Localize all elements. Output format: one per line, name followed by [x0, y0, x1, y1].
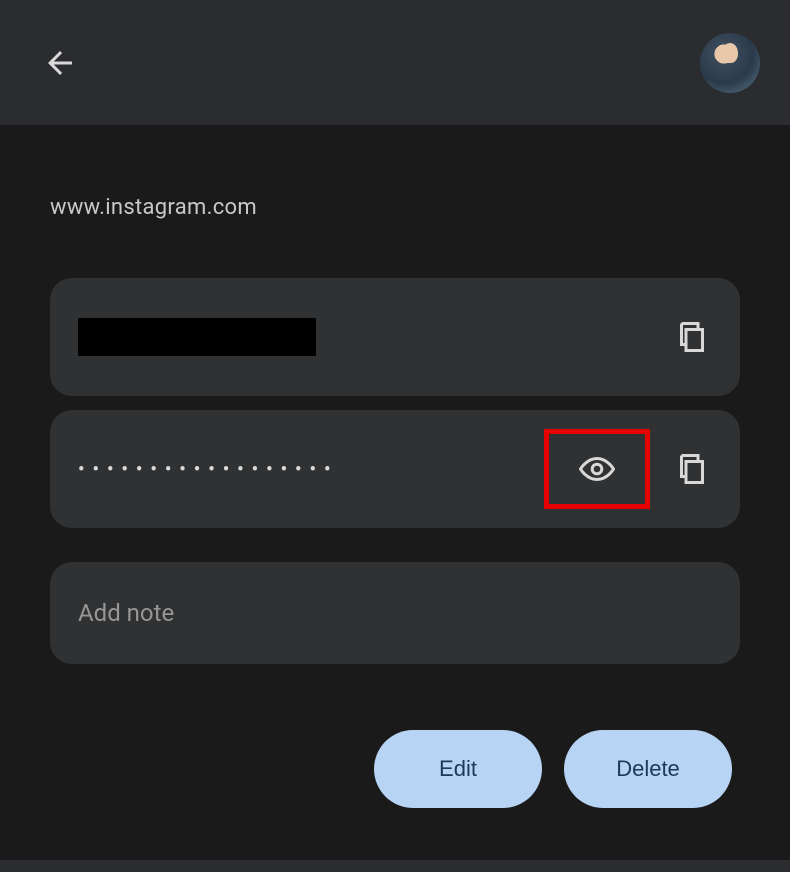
username-field[interactable] — [50, 278, 740, 396]
copy-icon — [674, 451, 710, 487]
profile-avatar[interactable] — [700, 33, 760, 93]
show-password-button[interactable] — [573, 452, 621, 486]
site-url: www.instagram.com — [50, 195, 740, 220]
password-value: •••••••••••••••••• — [78, 459, 544, 480]
show-password-highlight — [544, 429, 650, 509]
password-actions — [544, 429, 712, 509]
note-placeholder: Add note — [78, 599, 174, 627]
delete-button[interactable]: Delete — [564, 730, 732, 808]
bottom-bar — [0, 860, 790, 872]
copy-icon — [674, 319, 710, 355]
action-button-row: Edit Delete — [50, 730, 740, 808]
password-field[interactable]: •••••••••••••••••• — [50, 410, 740, 528]
header-bar — [0, 0, 790, 125]
copy-username-button[interactable] — [672, 317, 712, 357]
content-area: www.instagram.com •••••••••••••••••• — [0, 195, 790, 808]
eye-icon — [579, 451, 615, 487]
username-redacted — [78, 318, 316, 356]
edit-button[interactable]: Edit — [374, 730, 542, 808]
back-button[interactable] — [40, 43, 80, 83]
note-field[interactable]: Add note — [50, 562, 740, 664]
arrow-left-icon — [42, 45, 78, 81]
copy-password-button[interactable] — [672, 449, 712, 489]
username-value — [78, 318, 672, 356]
username-actions — [672, 317, 712, 357]
